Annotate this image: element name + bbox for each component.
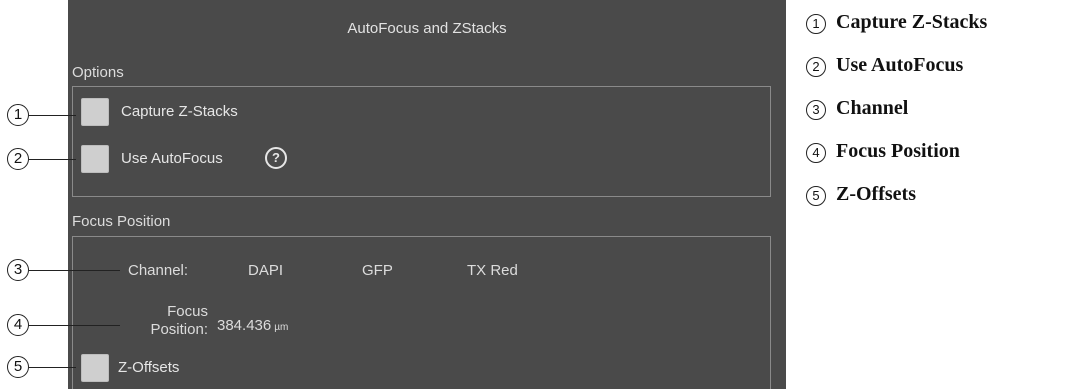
legend-number: 5 xyxy=(806,186,826,206)
focus-position-unit: µm xyxy=(274,322,289,333)
options-section-label: Options xyxy=(72,64,124,81)
options-group: Capture Z-Stacks Use AutoFocus ? xyxy=(72,86,771,197)
legend-text: Use AutoFocus xyxy=(836,54,964,76)
legend-text: Capture Z-Stacks xyxy=(836,11,988,33)
channel-tx-red[interactable]: TX Red xyxy=(467,262,518,279)
focus-position-label-line2: Position: xyxy=(150,321,208,338)
callout-2-leader xyxy=(29,159,76,160)
legend-number: 1 xyxy=(806,14,826,34)
capture-zstacks-label[interactable]: Capture Z-Stacks xyxy=(121,103,238,120)
focus-position-group: Channel: DAPI GFP TX Red Focus Position:… xyxy=(72,236,771,389)
use-autofocus-label[interactable]: Use AutoFocus xyxy=(121,150,223,167)
focus-position-value: 384.436 xyxy=(217,317,272,334)
legend-number: 4 xyxy=(806,143,826,163)
legend-text: Focus Position xyxy=(836,140,960,162)
legend-number: 2 xyxy=(806,57,826,77)
capture-zstacks-checkbox[interactable] xyxy=(81,98,109,126)
callout-1: 1 xyxy=(7,104,29,126)
autofocus-zstacks-panel: AutoFocus and ZStacks Options Capture Z-… xyxy=(68,0,786,389)
callout-4-leader xyxy=(29,325,120,326)
zoffsets-checkbox[interactable] xyxy=(81,354,109,382)
focus-position-label-line1: Focus xyxy=(167,303,208,320)
legend-text: Z-Offsets xyxy=(836,183,916,205)
callout-3: 3 xyxy=(7,259,29,281)
legend-number: 3 xyxy=(806,100,826,120)
callout-3-leader xyxy=(29,270,120,271)
focus-position-label: Focus Position: xyxy=(128,303,208,339)
channel-label: Channel: xyxy=(128,262,189,279)
callout-5: 5 xyxy=(7,356,29,378)
callout-4: 4 xyxy=(7,314,29,336)
panel-title: AutoFocus and ZStacks xyxy=(347,20,507,37)
callout-5-leader xyxy=(29,367,76,368)
help-icon[interactable]: ? xyxy=(265,147,287,169)
use-autofocus-checkbox[interactable] xyxy=(81,145,109,173)
callout-1-leader xyxy=(29,115,76,116)
zoffsets-label[interactable]: Z-Offsets xyxy=(118,359,179,376)
channel-gfp[interactable]: GFP xyxy=(362,262,393,279)
focus-position-value-row: 384.436 µm xyxy=(217,317,288,334)
callout-2: 2 xyxy=(7,148,29,170)
channel-dapi[interactable]: DAPI xyxy=(248,262,283,279)
legend-text: Channel xyxy=(836,97,909,119)
focus-position-section-label: Focus Position xyxy=(72,213,171,230)
